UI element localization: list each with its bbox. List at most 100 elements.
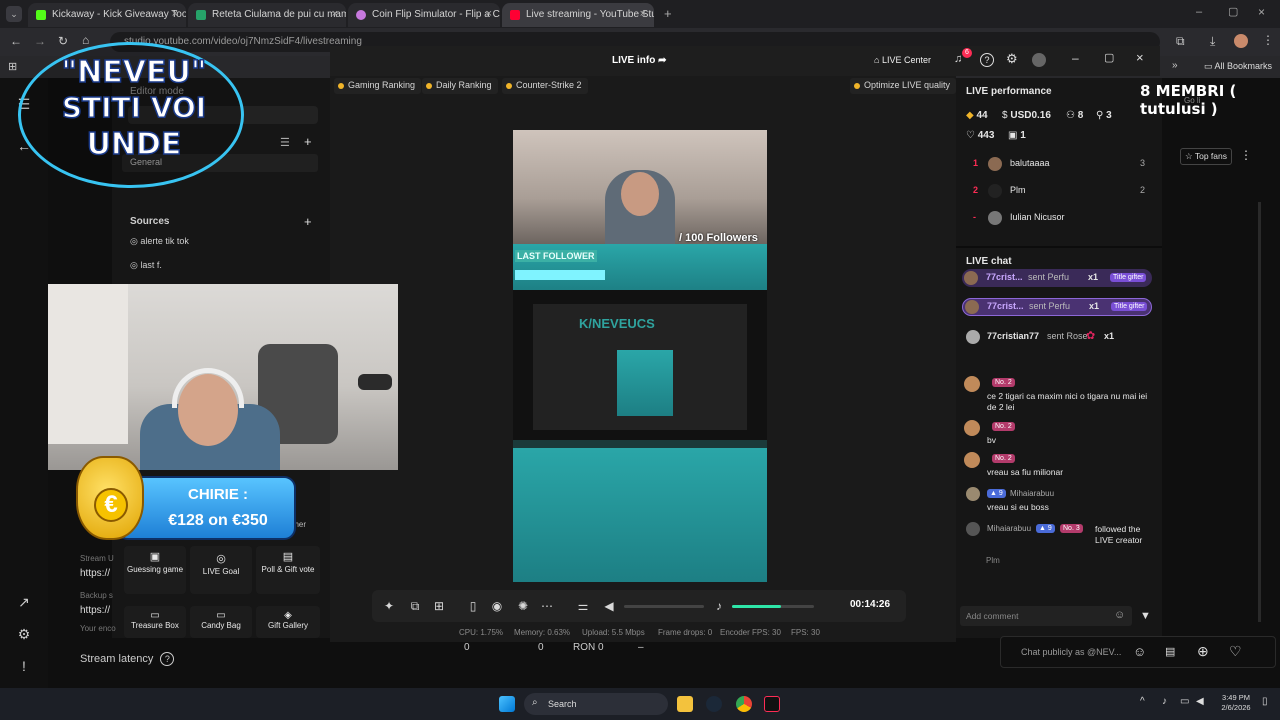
help-icon[interactable]: ? (980, 53, 994, 67)
steam-icon[interactable] (706, 696, 722, 712)
minimize-browser-icon[interactable]: – (1196, 6, 1202, 18)
external-link-icon[interactable]: ↗ (14, 594, 34, 614)
scrollbar[interactable] (1258, 202, 1261, 622)
ranking-row[interactable]: - Iulian Nicusor (966, 211, 1150, 228)
clock[interactable]: 3:49 PM 2/6/2026 (1218, 693, 1254, 713)
reload-icon[interactable]: ↻ (58, 34, 68, 48)
tool-candy-bag[interactable]: ▭ Candy Bag (190, 606, 252, 638)
mic-tray-icon[interactable]: ♪ (1162, 696, 1167, 707)
add-scene-icon[interactable]: + (304, 134, 312, 149)
notification-bell-icon[interactable]: ♫ (954, 53, 962, 65)
close-icon[interactable]: × (486, 8, 492, 20)
chat-message[interactable]: ▲ 9 Mihaiarabuu vreau si eu boss (964, 485, 1154, 513)
restore-icon[interactable]: ▢ (1104, 51, 1114, 64)
tiktok-icon[interactable] (764, 696, 780, 712)
gift-message-row[interactable]: 77crist... sent Perfu x1 Title gifter (962, 298, 1152, 316)
speaker-icon[interactable]: ◀ (602, 599, 616, 613)
minimize-icon[interactable]: – (1072, 51, 1079, 65)
ranking-row[interactable]: 1 balutaaaa 3 (966, 157, 1150, 174)
youtube-chat-placeholder[interactable]: Chat publicly as @NEV... (1021, 647, 1121, 657)
tab-coinflip[interactable]: Coin Flip Simulator - Flip a Coi × (348, 3, 500, 27)
settings-icon[interactable]: ⚙ (14, 626, 34, 646)
home-icon[interactable]: ⌂ (82, 33, 89, 47)
gift-message-row[interactable]: 77crist... sent Perfu x1 Title gifter (962, 269, 1152, 287)
tool-poll-gift-vote[interactable]: ▤ Poll & Gift vote (256, 546, 320, 594)
ranking-chip-game[interactable]: Counter-Strike 2 (502, 78, 588, 94)
heart-icon[interactable]: ♡ (1229, 643, 1242, 660)
bookmarks-more-icon[interactable]: » (1172, 60, 1178, 71)
emoji-icon[interactable]: ☺ (1114, 609, 1125, 621)
windows-start-icon[interactable] (499, 696, 515, 712)
top-fans-button[interactable]: ☆ Top fans (1180, 148, 1232, 165)
tool-treasure-box[interactable]: ▭ Treasure Box (124, 606, 186, 638)
close-icon[interactable]: × (172, 8, 178, 20)
add-media-icon[interactable]: ⊞ (432, 599, 446, 613)
add-comment-field[interactable]: Add comment ☺ (960, 606, 1132, 626)
live-center-button[interactable]: ⌂ LIVE Center (874, 55, 931, 65)
chat-message[interactable]: No. 2 bv (964, 418, 1154, 446)
restore-browser-icon[interactable]: ▢ (1228, 5, 1238, 18)
download-icon[interactable]: ⤓ (1210, 34, 1215, 49)
close-icon[interactable]: × (640, 8, 646, 20)
apps-icon[interactable]: ⊞ (8, 60, 17, 73)
tab-youtube-studio[interactable]: Live streaming - YouTube Studi × (502, 3, 654, 27)
taskbar-search[interactable]: ⌕ Search (524, 693, 668, 715)
all-bookmarks-link[interactable]: ▭ All Bookmarks (1204, 61, 1272, 72)
browser-menu-icon[interactable]: ⋮ (1262, 33, 1274, 47)
tab-kickaway[interactable]: Kickaway - Kick Giveaway Tool × (28, 3, 186, 27)
volume-icon[interactable]: ◀ (1196, 696, 1204, 707)
mic-level-slider[interactable] (732, 605, 814, 608)
record-icon[interactable]: ◉ (490, 599, 504, 613)
chat-message[interactable]: No. 2 ce 2 tigari ca maxim nici o tigara… (964, 374, 1154, 414)
speaker-volume-slider[interactable] (624, 605, 704, 608)
close-icon[interactable]: × (1136, 50, 1144, 65)
more-icon[interactable]: ⋯ (540, 599, 554, 613)
tool-gift-gallery[interactable]: ◈ Gift Gallery (256, 606, 320, 638)
stream-latency-row[interactable]: Stream latency ? (80, 652, 175, 666)
ranking-row[interactable]: 2 Plm 2 (966, 184, 1150, 201)
profile-avatar[interactable] (1032, 53, 1046, 67)
close-browser-icon[interactable]: × (1258, 5, 1265, 19)
add-icon[interactable]: ⊕ (1197, 643, 1209, 660)
chrome-icon[interactable] (736, 696, 752, 712)
live-info-title[interactable]: LIVE info ➦ (612, 55, 667, 66)
profile-avatar[interactable] (1234, 34, 1248, 48)
chat-menu-icon[interactable]: ⋮ (1240, 148, 1252, 162)
tool-live-goal[interactable]: ◎ LIVE Goal (190, 546, 252, 594)
mixer-icon[interactable]: ⚌ (576, 599, 590, 613)
extensions-icon[interactable]: ⧉ (1176, 34, 1185, 49)
ranking-chip-gaming[interactable]: Gaming Ranking (334, 78, 422, 94)
ranking-chip-daily[interactable]: Daily Ranking (422, 78, 498, 94)
chat-message[interactable]: Mihaiarabuu ▲ 9 No. 3 followed the LIVE … (964, 520, 1154, 548)
dollar-icon[interactable]: ▤ (1165, 645, 1175, 658)
camera-icon[interactable]: ✺ (516, 599, 530, 613)
tab-menu-button[interactable]: ⌄ (6, 6, 22, 22)
stream-url-value[interactable]: https:// (80, 568, 110, 579)
scene-list-icon[interactable]: ☰ (280, 136, 290, 149)
chat-message[interactable]: Plm (986, 556, 1000, 565)
chat-message[interactable]: No. 2 vreau sa fiu milionar (964, 450, 1154, 478)
filter-icon[interactable]: ▼ (1140, 610, 1151, 622)
settings-icon[interactable]: ⚙ (1006, 51, 1018, 67)
tray-chevron-icon[interactable]: ^ (1140, 696, 1145, 707)
backup-url-value[interactable]: https:// (80, 605, 110, 616)
forward-icon[interactable]: → (34, 34, 46, 48)
layers-icon[interactable]: ⧉ (408, 599, 422, 613)
gift-message-row[interactable]: 77cristian77 sent Rose ✿ x1 (962, 328, 1152, 346)
notifications-icon[interactable]: ▯ (1262, 696, 1268, 707)
help-icon[interactable]: ? (160, 652, 175, 666)
file-explorer-icon[interactable] (677, 696, 693, 712)
network-icon[interactable]: ▭ (1180, 696, 1189, 707)
add-source-icon[interactable]: + (304, 214, 312, 229)
close-icon[interactable]: × (332, 8, 338, 20)
source-item[interactable]: ◎ alerte tik tok (130, 236, 189, 247)
source-item[interactable]: ◎ last f. (130, 260, 162, 271)
new-tab-button[interactable]: + (664, 6, 672, 21)
back-icon[interactable]: ← (10, 34, 22, 48)
optimize-quality-button[interactable]: Optimize LIVE quality (850, 78, 957, 94)
tab-reteta[interactable]: Reteta Ciulama de pui cu mam × (188, 3, 346, 27)
microphone-icon[interactable]: ♪ (712, 599, 726, 613)
emoji-icon[interactable]: ☺ (1133, 644, 1146, 659)
magic-wand-icon[interactable]: ✦ (382, 599, 396, 613)
tool-guessing-game[interactable]: ▣ Guessing game (124, 546, 186, 594)
